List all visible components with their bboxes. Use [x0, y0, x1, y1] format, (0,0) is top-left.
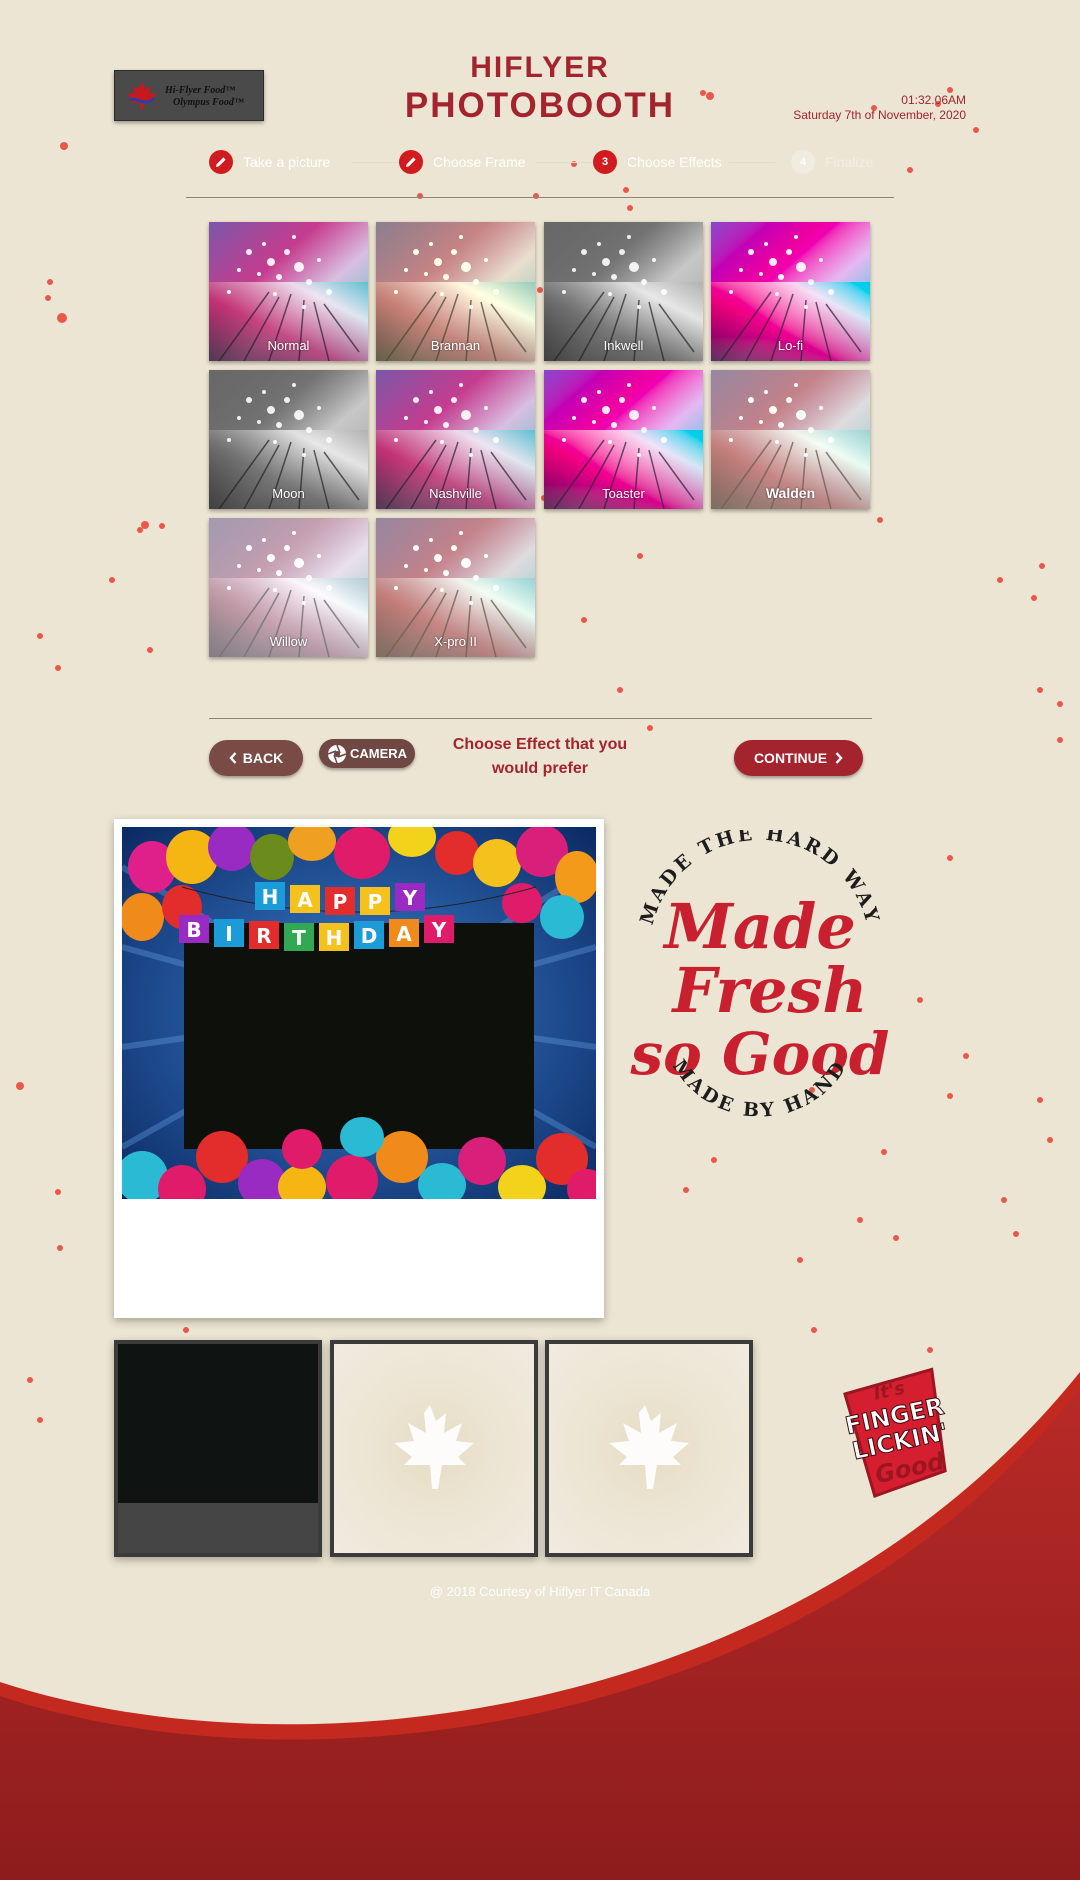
banner-letter: P [368, 890, 383, 914]
banner-letter: I [225, 922, 232, 946]
clock: 01:32.06AM Saturday 7th of November, 202… [706, 91, 966, 125]
step-number: 3 [593, 150, 617, 174]
effect-toaster[interactable]: Toaster [544, 370, 703, 509]
effect-label: Moon [272, 486, 305, 501]
badge-script-2: Fresh [670, 954, 867, 1027]
continue-label: CONTINUE [753, 750, 828, 766]
banner-letter: H [262, 885, 279, 909]
footer-text: @ 2018 Courtesy of Hiflyer IT Canada [429, 1584, 651, 1599]
hint-text: Choose Effect that you would prefer [452, 736, 628, 777]
banner-letter: R [256, 924, 271, 948]
step-separator [536, 162, 592, 163]
effect-moon[interactable]: Moon [209, 370, 368, 509]
step-label: Choose Effects [627, 154, 722, 170]
step-number: 4 [791, 150, 815, 174]
effect-label: Toaster [602, 486, 645, 501]
effect-nashville[interactable]: Nashville [376, 370, 535, 509]
effect-label: Walden [765, 485, 816, 501]
thumbnail-1[interactable] [114, 1340, 322, 1557]
camera-shutter-icon [327, 744, 347, 763]
back-button[interactable]: BACK [209, 740, 303, 776]
step-choose-effects[interactable]: 3 Choose Effects [593, 148, 722, 176]
step-finalize[interactable]: 4 Finalize [791, 148, 873, 176]
camera-label: CAMERA [349, 746, 408, 761]
effect-label: Normal [267, 338, 310, 353]
effect-walden[interactable]: Walden [711, 370, 870, 509]
photo-preview: H A P P Y B I R T H D A Y [114, 819, 604, 1318]
effect-inkwell[interactable]: Inkwell [544, 222, 703, 361]
step-label: Finalize [825, 154, 874, 170]
birthday-frame-image: H A P P Y B I R T H D A Y [122, 827, 596, 1199]
effect-label: Willow [269, 634, 308, 649]
maple-leaf-logo-icon [127, 82, 157, 110]
step-label: Take a picture [243, 154, 331, 170]
back-label: BACK [242, 750, 284, 766]
badge-script-3: so Good [630, 1020, 890, 1088]
continue-button[interactable]: CONTINUE [734, 740, 863, 776]
banner-letter: A [297, 888, 313, 912]
banner-letter: H [326, 926, 343, 950]
thumbnail-photo [118, 1344, 318, 1503]
finger-lickin-badge: It's FINGER LICKIN' Good [842, 1367, 951, 1498]
logo-line-2: Olympus Food™ [173, 97, 244, 108]
company-logo: Hi-Flyer Food™ Olympus Food™ [114, 70, 264, 121]
chevron-right-icon [835, 752, 843, 764]
step-separator [352, 162, 400, 163]
step-choose-frame[interactable]: Choose Frame [399, 148, 526, 176]
banner-letter: T [292, 926, 306, 950]
logo-line-1: Hi-Flyer Food™ [165, 85, 236, 96]
effect-label: Lo-fi [777, 338, 804, 353]
banner-letter: Y [431, 918, 447, 942]
effect-label: Nashville [429, 486, 482, 501]
banner-letter: D [361, 924, 378, 948]
pencil-icon [399, 150, 423, 174]
stepper: Take a picture Choose Frame 3 Choose Eff… [186, 148, 896, 176]
effect-lo-fi[interactable]: Lo-fi [711, 222, 870, 361]
effect-willow[interactable]: Willow [209, 518, 368, 657]
banner-letter: P [333, 890, 348, 914]
page-title: HIFLYER PHOTOBOOTH [340, 50, 740, 126]
chevron-left-icon [229, 752, 237, 764]
badge-script-1: Made [662, 890, 856, 963]
banner-letter: B [186, 918, 201, 942]
effect-label: Inkwell [603, 338, 644, 353]
effect-x-pro-ii[interactable]: X-pro II [376, 518, 535, 657]
banner-letter: Y [402, 886, 418, 910]
step-label: Choose Frame [433, 154, 526, 170]
thumbnail-3[interactable] [545, 1340, 753, 1557]
thumbnail-2[interactable] [330, 1340, 538, 1557]
banner-letter: A [396, 922, 412, 946]
grid-divider [209, 718, 872, 719]
effects-grid: Normal Brannan Inkwell Lo-fi Moon Nashvi… [209, 222, 872, 659]
step-separator [729, 162, 775, 163]
effect-brannan[interactable]: Brannan [376, 222, 535, 361]
maple-leaf-placeholder-icon [394, 1405, 474, 1489]
effect-label: Brannan [430, 338, 481, 353]
clock-date: Saturday 7th of November, 2020 [793, 108, 966, 122]
effect-normal[interactable]: Normal [209, 222, 368, 361]
maple-leaf-placeholder-icon [609, 1405, 689, 1489]
pencil-icon [209, 150, 233, 174]
title-line-2: PHOTOBOOTH [404, 86, 676, 125]
camera-button[interactable]: CAMERA [319, 739, 415, 768]
step-take-picture[interactable]: Take a picture [209, 148, 330, 176]
effect-label: X-pro II [434, 634, 477, 649]
made-fresh-badge: MADE THE HARD WAY Made Fresh so Good MAD… [630, 830, 890, 1122]
stepper-divider [186, 197, 894, 198]
title-line-1: HIFLYER [470, 51, 610, 84]
